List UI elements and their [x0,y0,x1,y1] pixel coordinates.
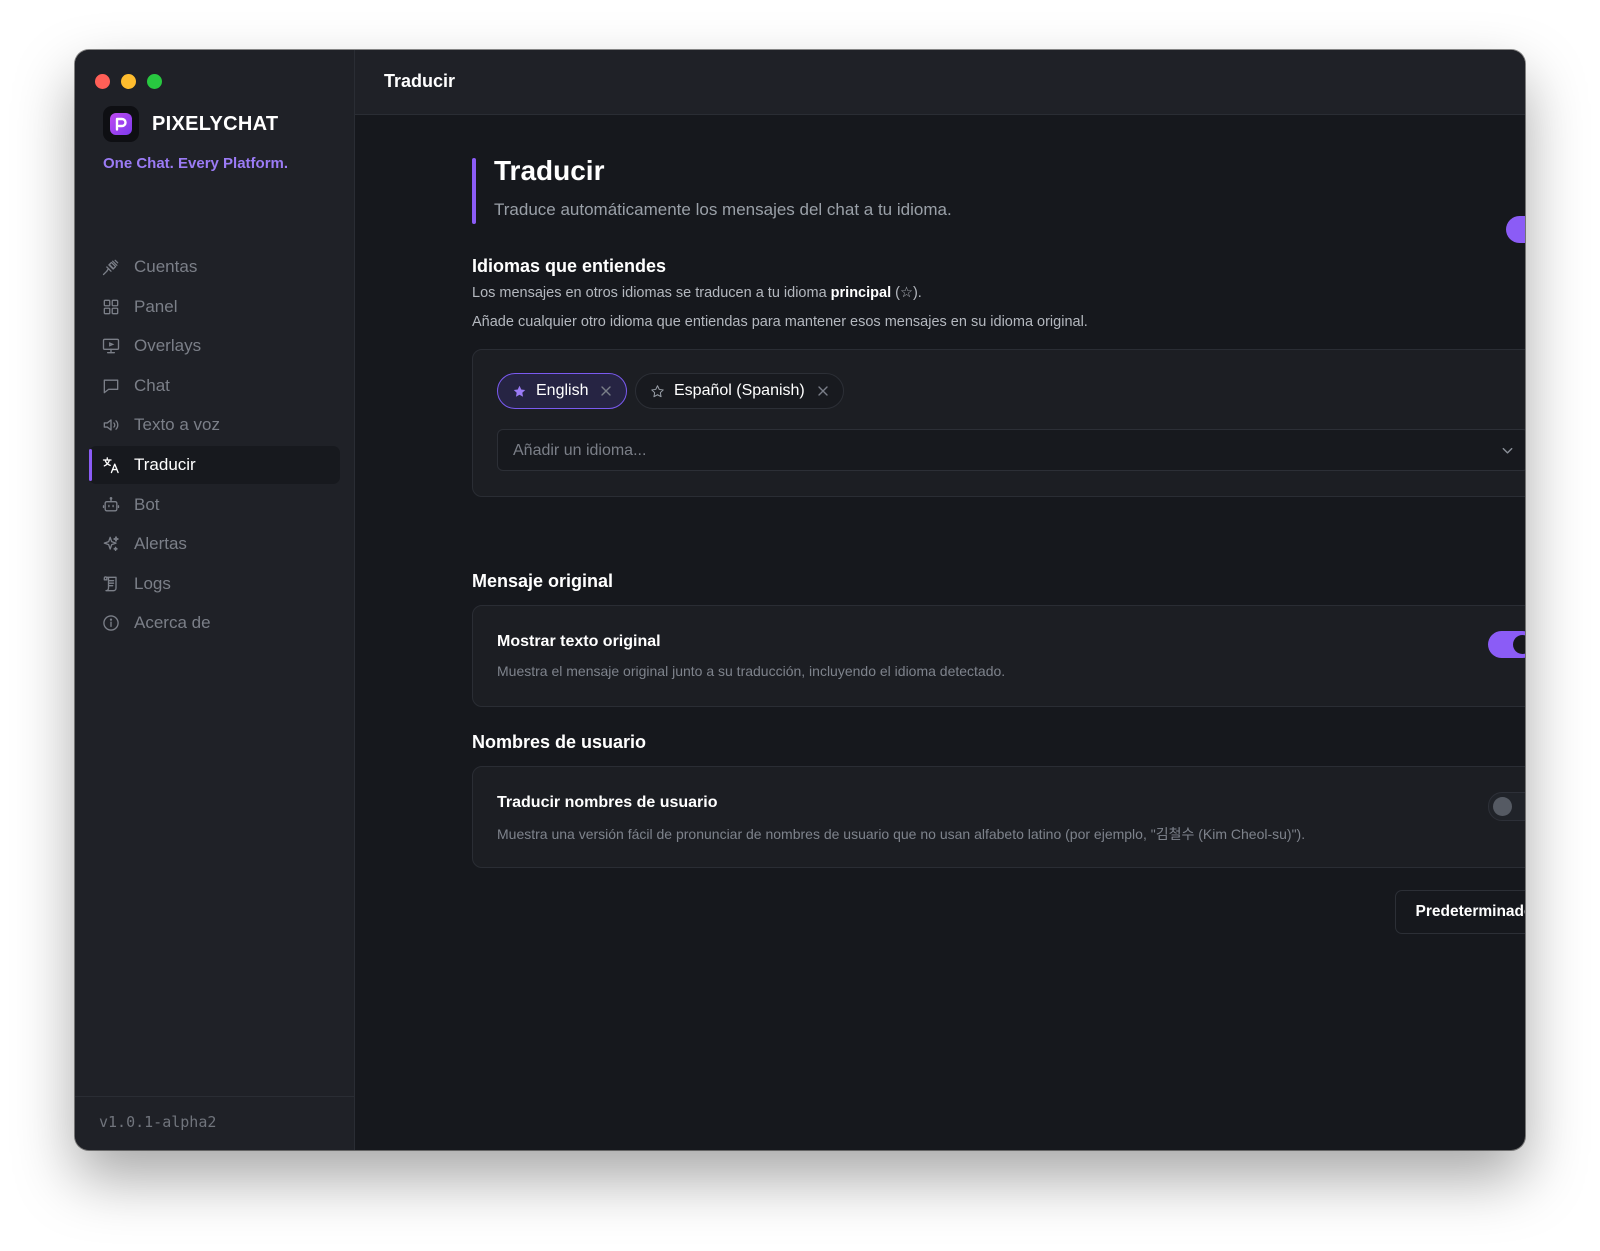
monitor-icon [102,338,120,354]
translate-enabled-toggle[interactable] [1506,216,1525,243]
sidebar-item-traducir[interactable]: Traducir [89,445,340,484]
sparkle-icon [103,536,119,552]
sidebar-item-label: Acerca de [134,613,211,633]
show-original-title: Mostrar texto original [497,633,661,650]
language-chip-label: Español (Spanish) [674,382,805,399]
app-name: PIXELYCHAT [152,112,279,135]
sidebar-item-bot[interactable]: Bot [89,486,340,524]
sidebar-item-cuentas[interactable]: Cuentas [89,248,340,286]
languages-description-line1: Los mensajes en otros idiomas se traduce… [472,285,922,301]
language-chip-spanish[interactable]: Español (Spanish) [635,373,844,409]
sidebar-item-texto-a-voz[interactable]: Texto a voz [89,406,340,444]
minimize-window-button[interactable] [121,74,136,89]
languages-section-title: Idiomas que entiendes [472,256,667,276]
sidebar-item-panel[interactable]: Panel [89,288,340,326]
show-original-description: Muestra el mensaje original junto a su t… [497,663,1006,679]
usernames-section-title: Nombres de usuario [472,732,647,752]
translate-icon [102,457,119,474]
sidebar-item-alertas[interactable]: Alertas [89,525,340,563]
main-content: Traducir Traduce automáticamente los men… [355,115,1525,1150]
close-window-button[interactable] [95,74,110,89]
translate-usernames-card: Traducir nombres de usuario Muestra una … [472,766,1525,868]
sidebar-item-label: Chat [134,375,170,395]
header-title: Traducir [384,71,456,91]
chevron-down-icon [1502,447,1513,454]
page-title: Traducir [494,155,605,186]
sidebar-item-label: Overlays [134,336,202,356]
maximize-window-button[interactable] [147,74,162,89]
sidebar-item-label: Panel [134,296,178,316]
sidebar-item-label: Traducir [134,454,196,474]
sidebar-item-label: Bot [134,494,160,514]
translate-usernames-title: Traducir nombres de usuario [497,794,718,811]
app-window: PIXELYCHAT One Chat. Every Platform. Cue… [75,50,1525,1150]
sidebar-item-logs[interactable]: Logs [89,565,340,603]
sidebar-item-overlays[interactable]: Overlays [89,327,340,365]
sidebar-item-label: Alertas [134,534,187,554]
languages-description-line2: Añade cualquier otro idioma que entienda… [472,314,1088,330]
info-icon [103,615,119,632]
language-chip-english[interactable]: English [497,373,628,409]
add-language-placeholder: Añadir un idioma... [513,442,647,459]
original-section-title: Mensaje original [472,571,614,591]
sidebar-nav: Cuentas Panel Overlays Chat Texto a voz … [89,248,340,644]
dashboard-icon [103,299,119,314]
sidebar-item-chat[interactable]: Chat [89,367,340,405]
brand: PIXELYCHAT [103,106,278,142]
plug-icon [102,259,119,276]
app-version: v1.0.1-alpha2 [99,1113,217,1131]
bot-icon [102,496,120,512]
sidebar: PIXELYCHAT One Chat. Every Platform. Cue… [75,50,355,1150]
window-controls [95,74,162,89]
add-language-select[interactable]: Añadir un idioma... [497,429,1525,471]
languages-card: English Español (Spanish) Añadir un idio… [472,349,1525,497]
sidebar-item-label: Logs [134,573,171,593]
restore-defaults-button[interactable]: Predeterminado [1395,890,1525,934]
sidebar-item-label: Cuentas [134,257,198,276]
close-icon[interactable] [817,385,829,397]
title-accent-bar [472,158,476,224]
star-outline-icon[interactable] [650,384,665,399]
translate-usernames-description: Muestra una versión fácil de pronunciar … [497,826,1306,842]
close-icon[interactable] [600,385,612,397]
show-original-toggle[interactable] [1488,631,1525,658]
speaker-icon [103,419,119,432]
translate-usernames-toggle[interactable] [1488,792,1525,821]
chat-icon [103,379,119,394]
version-footer: v1.0.1-alpha2 [75,1096,354,1150]
page-description: Traduce automáticamente los mensajes del… [494,200,952,219]
show-original-card: Mostrar texto original Muestra el mensaj… [472,605,1525,707]
sidebar-item-label: Texto a voz [134,415,220,435]
sidebar-item-acerca-de[interactable]: Acerca de [89,604,340,642]
app-logo-icon [103,106,139,142]
app-tagline: One Chat. Every Platform. [103,155,289,172]
scroll-icon [103,576,117,592]
star-filled-icon[interactable] [512,384,527,399]
header-bar: Traducir [355,50,1525,115]
language-chip-label: English [536,382,589,399]
